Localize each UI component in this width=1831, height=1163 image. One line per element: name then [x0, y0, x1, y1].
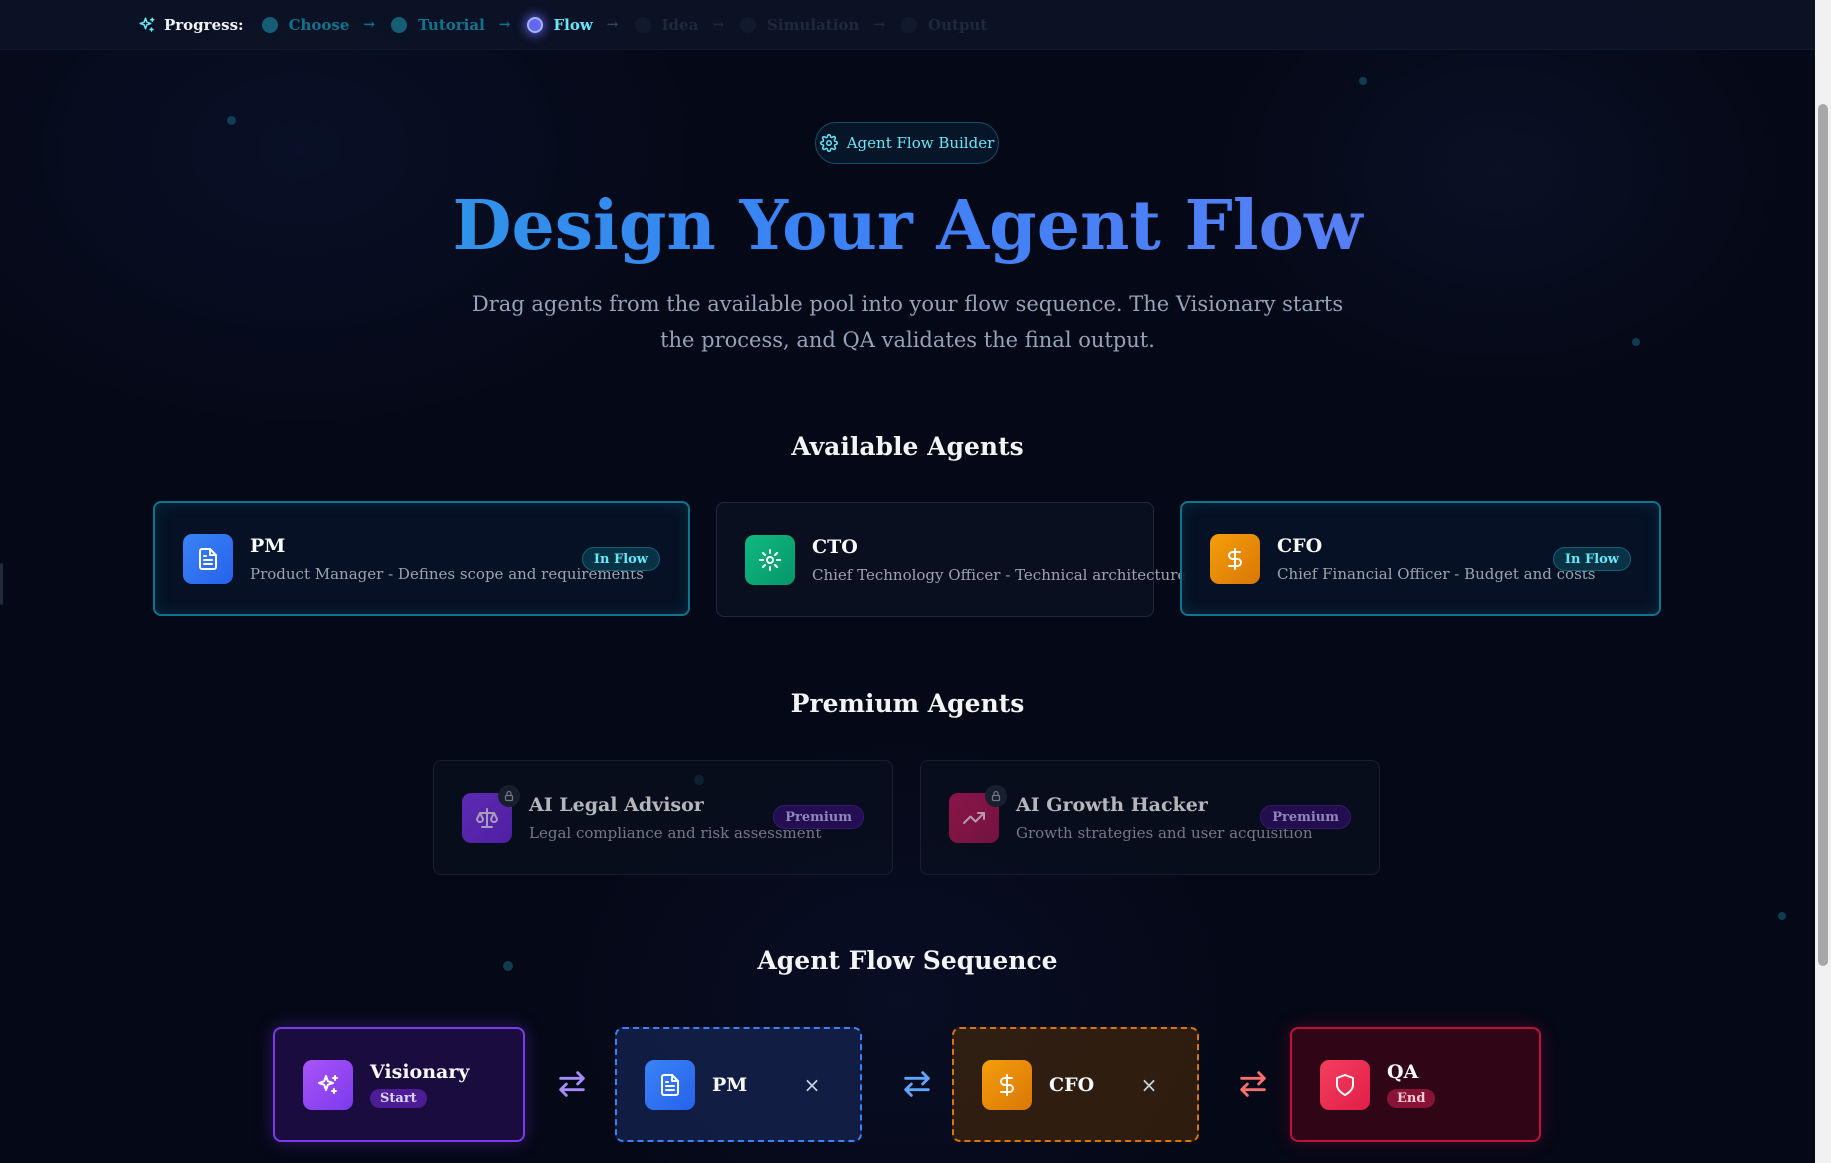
sparkles-icon — [139, 17, 155, 32]
scrollbar[interactable] — [1815, 0, 1831, 1163]
flow-node-name: CFO — [1049, 1073, 1095, 1096]
flow-node-name: PM — [712, 1073, 748, 1096]
step-label: Idea — [661, 15, 699, 34]
dollar-icon — [1210, 533, 1260, 584]
agent-card-pm[interactable]: PM Product Manager - Defines scope and r… — [153, 501, 690, 616]
progress-step-idea: Idea → — [634, 15, 741, 34]
page-title: Design Your Agent Flow — [0, 188, 1815, 264]
agent-description: Chief Technology Officer - Technical arc… — [812, 565, 1187, 584]
badge-label: Agent Flow Builder — [846, 134, 995, 152]
particle — [1359, 77, 1367, 85]
dollar-icon — [982, 1059, 1032, 1110]
step-indicator — [740, 16, 757, 33]
arrow-right-icon: → — [363, 16, 376, 33]
step-indicator — [526, 16, 543, 33]
page: Progress: Choose → Tutorial → Flow → Ide… — [0, 0, 1831, 1163]
sparkles-icon — [303, 1059, 353, 1110]
premium-agents-heading: Premium Agents — [790, 689, 1025, 718]
flow-node-qa[interactable]: QA End — [1290, 1027, 1541, 1142]
document-icon — [183, 533, 233, 584]
agent-flow-sequence-heading: Agent Flow Sequence — [757, 946, 1058, 975]
agent-flow-builder-badge: Agent Flow Builder — [815, 122, 999, 164]
swap-arrows-icon — [1240, 1071, 1266, 1097]
start-badge: Start — [370, 1089, 427, 1108]
trending-up-icon — [949, 784, 1007, 843]
progress-step-flow[interactable]: Flow → — [526, 15, 635, 34]
particle — [1632, 338, 1640, 346]
progress-step-simulation: Simulation → — [740, 16, 901, 34]
agent-card-ai-growth-hacker[interactable]: AI Growth Hacker Growth strategies and u… — [920, 760, 1380, 875]
premium-badge: Premium — [773, 805, 864, 829]
particle — [1778, 912, 1786, 920]
scrollbar-thumb[interactable] — [1818, 104, 1828, 966]
progress-label: Progress: — [164, 15, 244, 34]
step-label: Choose — [288, 15, 350, 34]
agent-card-ai-legal-advisor[interactable]: AI Legal Advisor Legal compliance and ri… — [433, 760, 893, 875]
swap-arrows-icon — [559, 1071, 585, 1097]
step-label: Flow — [553, 15, 593, 34]
agent-card-cfo[interactable]: CFO Chief Financial Officer - Budget and… — [1180, 501, 1661, 616]
progress-bar: Progress: Choose → Tutorial → Flow → Ide… — [0, 0, 1815, 50]
progress-step-output: Output — [901, 16, 1001, 34]
gear-icon — [745, 534, 795, 585]
arrow-right-icon: → — [873, 16, 886, 33]
arrow-right-icon: → — [498, 16, 511, 33]
step-label: Output — [928, 15, 988, 34]
swap-arrows-icon — [904, 1071, 930, 1097]
agent-description: Chief Financial Officer - Budget and cos… — [1277, 564, 1596, 583]
agent-name: CTO — [812, 535, 858, 558]
in-flow-badge: In Flow — [1552, 547, 1631, 571]
end-badge: End — [1387, 1089, 1436, 1108]
particle — [227, 116, 236, 125]
flow-node-pm[interactable]: PM × — [615, 1027, 862, 1142]
lock-icon — [498, 784, 520, 807]
shield-icon — [1320, 1059, 1370, 1110]
close-icon[interactable]: × — [1139, 1075, 1159, 1095]
step-indicator — [901, 16, 918, 33]
scale-icon — [462, 784, 520, 843]
step-label: Tutorial — [418, 15, 485, 34]
agent-card-cto[interactable]: CTO Chief Technology Officer - Technical… — [716, 502, 1186, 617]
available-agents-heading: Available Agents — [791, 432, 1024, 461]
agent-name: CFO — [1277, 534, 1323, 557]
step-indicator — [261, 16, 278, 33]
close-icon[interactable]: × — [802, 1075, 822, 1095]
premium-badge: Premium — [1260, 805, 1351, 829]
progress-step-tutorial[interactable]: Tutorial → — [391, 16, 526, 34]
page-subtitle: Drag agents from the available pool into… — [471, 292, 1344, 352]
in-flow-badge: In Flow — [581, 547, 660, 571]
lock-icon — [985, 784, 1007, 807]
flow-node-visionary[interactable]: Visionary Start — [273, 1027, 525, 1142]
document-icon — [645, 1059, 695, 1110]
arrow-right-icon: → — [606, 16, 619, 33]
step-label: Simulation — [767, 15, 860, 34]
step-indicator — [391, 16, 408, 33]
step-indicator — [634, 16, 651, 33]
flow-node-name: Visionary — [370, 1061, 470, 1083]
gear-icon — [819, 134, 838, 152]
flow-node-cfo[interactable]: CFO × — [952, 1027, 1199, 1142]
arrow-right-icon: → — [712, 16, 725, 33]
drawer-handle[interactable] — [0, 563, 3, 605]
flow-node-name: QA — [1387, 1061, 1419, 1083]
progress-step-choose[interactable]: Choose → — [261, 15, 392, 34]
